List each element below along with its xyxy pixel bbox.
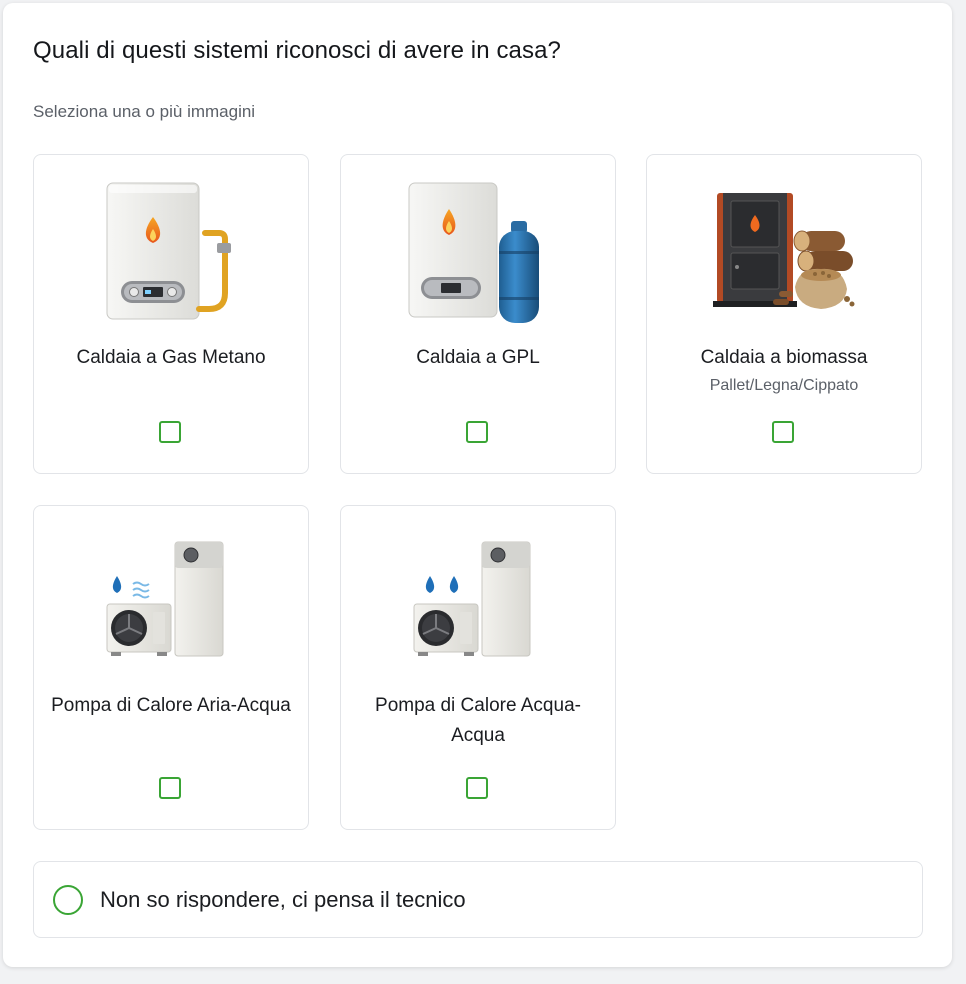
option-label: Pompa di Calore Aria-Acqua: [51, 695, 291, 716]
option-label: Caldaia a Gas Metano: [76, 347, 266, 368]
option-label: Caldaia a biomassa: [700, 347, 868, 368]
option-checkbox[interactable]: [466, 421, 488, 443]
option-checkbox[interactable]: [159, 777, 181, 799]
option-card-biomassa[interactable]: Caldaia a biomassa Pallet/Legna/Cippato: [646, 154, 922, 474]
option-card-gpl[interactable]: Caldaia a GPL: [340, 154, 616, 474]
option-checkbox[interactable]: [772, 421, 794, 443]
question-title: Quali di questi sistemi riconosci di ave…: [33, 37, 562, 64]
option-card-pompa-acqua-acqua[interactable]: Pompa di Calore Acqua-Acqua: [340, 505, 616, 830]
option-non-so-rispondere[interactable]: Non so rispondere, ci pensa il tecnico: [33, 861, 923, 938]
lpg-boiler-icon: [341, 177, 615, 323]
option-radio-label: Non so rispondere, ci pensa il tecnico: [100, 887, 466, 912]
option-card-pompa-aria-acqua[interactable]: Pompa di Calore Aria-Acqua: [33, 505, 309, 830]
option-checkbox[interactable]: [159, 421, 181, 443]
option-checkbox[interactable]: [466, 777, 488, 799]
option-label: Pompa di Calore Acqua-Acqua: [375, 695, 581, 746]
option-sublabel: Pallet/Legna/Cippato: [709, 377, 859, 394]
option-card-gas-metano[interactable]: Caldaia a Gas Metano: [33, 154, 309, 474]
water-water-heat-pump-icon: [341, 528, 615, 674]
question-panel: Quali di questi sistemi riconosci di ave…: [3, 3, 952, 967]
air-water-heat-pump-icon: [34, 528, 308, 674]
gas-boiler-icon: [34, 177, 308, 323]
option-label: Caldaia a GPL: [416, 347, 540, 368]
biomass-boiler-icon: [647, 177, 921, 323]
option-radio[interactable]: [53, 885, 83, 915]
question-hint: Seleziona una o più immagini: [33, 102, 256, 121]
